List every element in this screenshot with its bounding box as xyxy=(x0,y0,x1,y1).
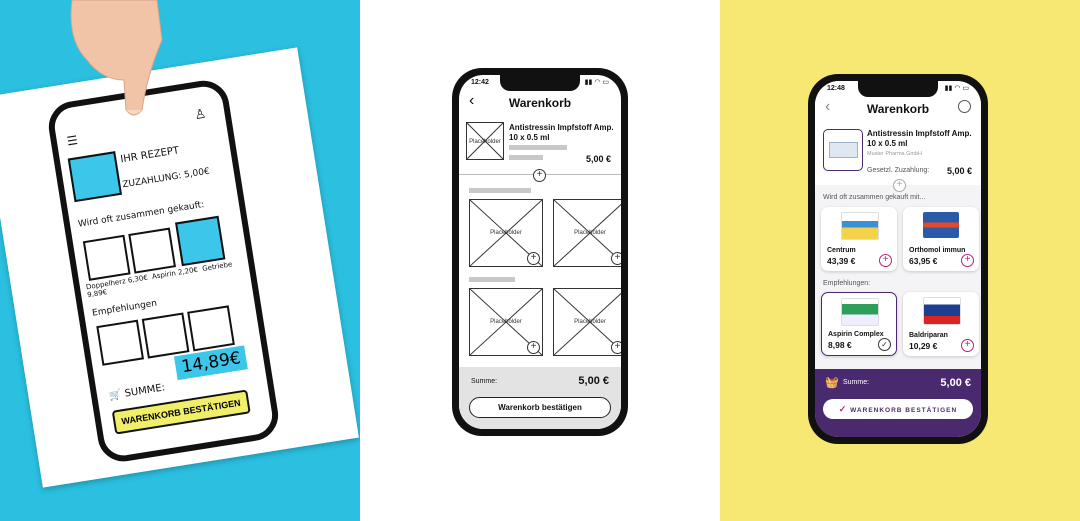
card-price: 63,95 € xyxy=(909,256,938,266)
wireframe-panel: 12:42 ▮▮ ◠ ▭ ‹ Warenkorb Placeholder Ant… xyxy=(360,0,720,521)
confirm-button[interactable]: ✓ WARENKORB BESTÄTIGEN xyxy=(823,399,973,419)
confirm-label: WARENKORB BESTÄTIGEN xyxy=(850,407,958,414)
add-icon[interactable]: + xyxy=(893,179,906,192)
product-maker: Muster Pharma GmbH xyxy=(867,151,923,157)
phone-notch xyxy=(858,81,938,97)
product-name: Antistressin Impfstoff Amp. 10 x 0.5 ml xyxy=(509,123,614,142)
sketch-empf-box xyxy=(187,305,235,352)
section-placeholder-bar xyxy=(469,188,531,193)
summe-label: Summe: xyxy=(843,379,870,386)
zuzahlung-value: 5,00 € xyxy=(946,166,972,176)
wireframe-phone: 12:42 ▮▮ ◠ ▭ ‹ Warenkorb Placeholder Ant… xyxy=(452,68,628,436)
status-time: 12:42 xyxy=(471,79,489,86)
product-placeholder-image: Placeholder xyxy=(466,122,504,160)
hand-image xyxy=(62,0,172,120)
placeholder-bar xyxy=(509,145,567,150)
product-box-icon xyxy=(829,142,858,158)
centrum-image xyxy=(841,212,879,240)
summary-footer: 🧺 Summe: 5,00 € ✓ WARENKORB BESTÄTIGEN xyxy=(815,369,981,437)
user-icon[interactable] xyxy=(958,100,971,113)
add-icon[interactable]: + xyxy=(961,339,974,352)
status-icons: ▮▮ ◠ ▭ xyxy=(944,85,969,92)
section-empf: Empfehlungen: xyxy=(823,280,871,287)
user-icon: ♙ xyxy=(193,106,208,124)
add-icon[interactable]: + xyxy=(527,252,540,265)
confirm-button[interactable]: Warenkorb bestätigen xyxy=(469,397,611,418)
card-price: 10,29 € xyxy=(909,341,938,351)
summe-value: 5,00 € xyxy=(578,375,609,387)
phone-notch xyxy=(500,75,580,91)
section-oft: Wird oft zusammen gekauft mit... xyxy=(823,194,926,201)
hamburger-icon: ☰ xyxy=(65,132,79,149)
add-icon[interactable]: + xyxy=(611,341,621,354)
card-name: Aspirin Complex xyxy=(828,331,884,338)
page-title: Warenkorb xyxy=(508,96,572,110)
sketch-paper: ☰ ♙ IHR REZEPT ZUZAHLUNG: 5,00€ Wird oft… xyxy=(0,47,359,488)
baldriparan-image xyxy=(923,297,961,325)
check-icon[interactable]: ✓ xyxy=(878,338,891,351)
sketch-item-box xyxy=(128,227,177,274)
card-price: 43,39 € xyxy=(827,256,856,266)
sketch-item-box xyxy=(82,234,131,281)
product-card[interactable]: Orthomol immun 63,95 € + xyxy=(903,207,979,271)
status-time: 12:48 xyxy=(827,85,845,92)
sketch-product-image xyxy=(67,151,123,203)
sketch-empf-box xyxy=(141,312,190,359)
aspirin-image xyxy=(841,298,879,326)
product-name: Antistressin Impfstoff Amp. 10 x 0.5 ml xyxy=(867,129,972,148)
add-icon[interactable]: + xyxy=(961,254,974,267)
sketch-item-box-selected xyxy=(175,215,226,267)
sketch-panel: ☰ ♙ IHR REZEPT ZUZAHLUNG: 5,00€ Wird oft… xyxy=(0,0,360,521)
zuzahlung-label: Gesetzl. Zuzahlung: xyxy=(867,167,930,174)
summary-footer: Summe: 5,00 € Warenkorb bestätigen xyxy=(459,367,621,429)
add-icon[interactable]: + xyxy=(527,341,540,354)
product-card-selected[interactable]: Aspirin Complex 8,98 € ✓ xyxy=(821,292,897,356)
basket-icon: 🧺 xyxy=(825,377,839,389)
add-icon[interactable]: + xyxy=(611,252,621,265)
final-screen: 12:48 ▮▮ ◠ ▭ ‹ Warenkorb Antistressin Im… xyxy=(815,81,981,437)
status-icons: ▮▮ ◠ ▭ xyxy=(584,79,609,86)
page-title: Warenkorb xyxy=(866,102,930,116)
card-price: 8,98 € xyxy=(828,340,852,350)
sketch-empf-box xyxy=(96,319,145,366)
wireframe-screen: 12:42 ▮▮ ◠ ▭ ‹ Warenkorb Placeholder Ant… xyxy=(459,75,621,429)
summe-value: 5,00 € xyxy=(940,377,971,389)
product-card[interactable]: Baldriparan 10,29 € + xyxy=(903,292,979,356)
check-icon: ✓ xyxy=(838,404,848,414)
placeholder-bar xyxy=(509,155,543,160)
final-panel: 12:48 ▮▮ ◠ ▭ ‹ Warenkorb Antistressin Im… xyxy=(720,0,1080,521)
product-price: 5,00 € xyxy=(585,154,611,164)
summe-label: Summe: xyxy=(471,378,498,385)
section-placeholder-bar xyxy=(469,277,515,282)
card-name: Orthomol immun xyxy=(909,247,966,254)
final-phone: 12:48 ▮▮ ◠ ▭ ‹ Warenkorb Antistressin Im… xyxy=(808,74,988,444)
orthomol-image xyxy=(923,212,959,238)
card-name: Baldriparan xyxy=(909,332,948,339)
add-icon[interactable]: + xyxy=(879,254,892,267)
card-name: Centrum xyxy=(827,247,856,254)
product-card[interactable]: Centrum 43,39 € + xyxy=(821,207,897,271)
product-image xyxy=(823,129,863,171)
add-icon[interactable]: + xyxy=(533,169,546,182)
